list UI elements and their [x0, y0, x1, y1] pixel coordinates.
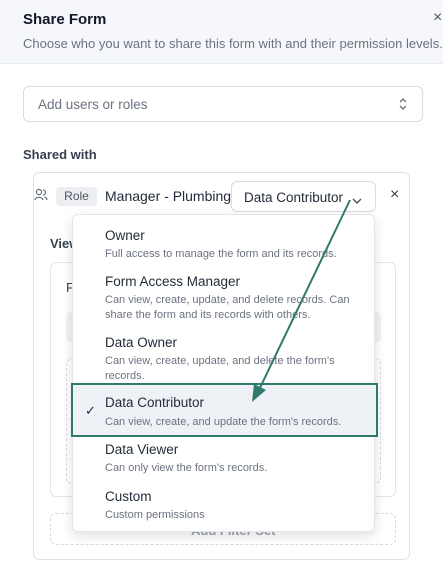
- annotation-arrow: [252, 199, 351, 402]
